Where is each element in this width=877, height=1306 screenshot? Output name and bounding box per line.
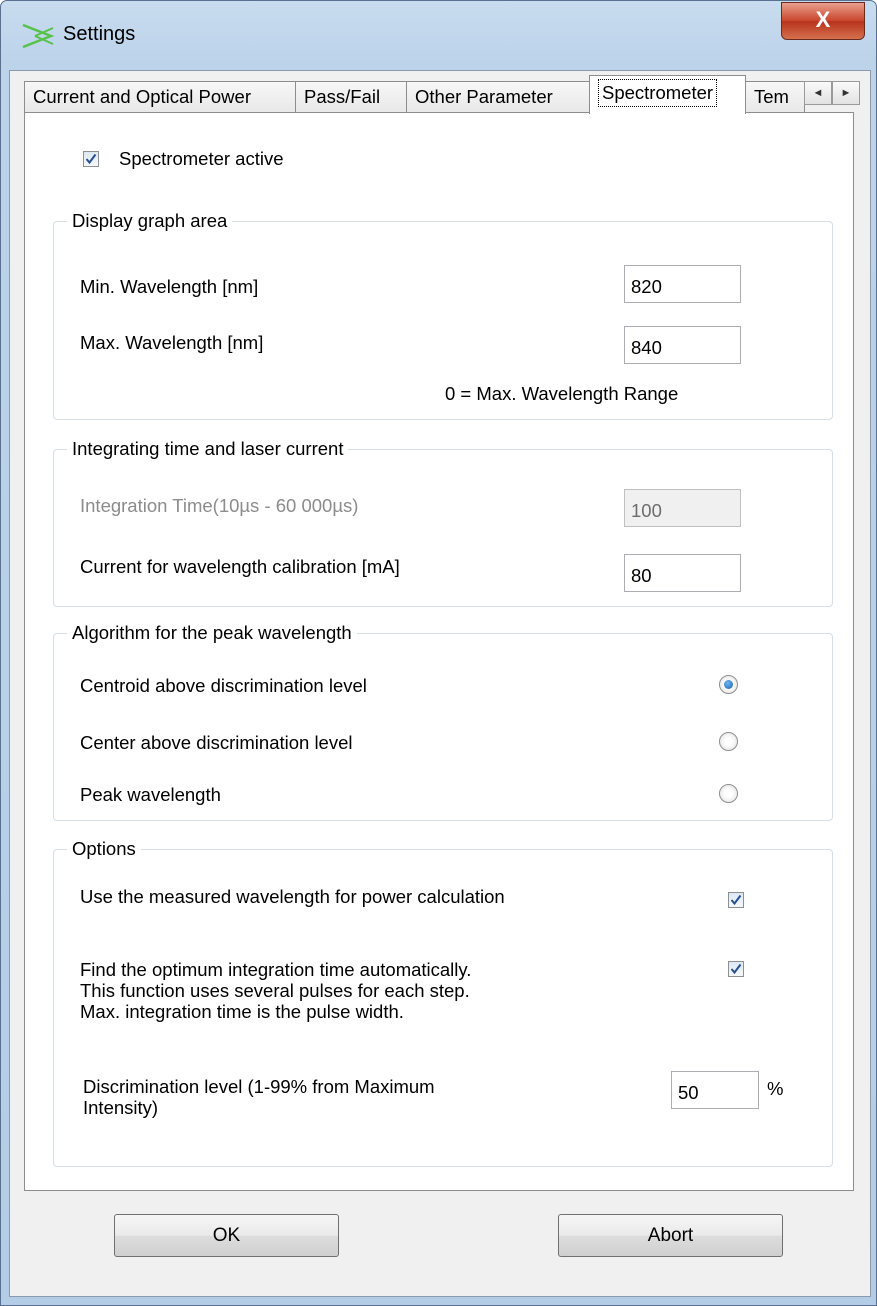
tab-temperature-truncated[interactable]: Tem bbox=[745, 81, 805, 113]
check-mark-icon bbox=[730, 894, 742, 906]
app-logo-icon bbox=[22, 23, 55, 49]
group-title: Options bbox=[67, 837, 141, 861]
tab-scroll-left-button[interactable]: ◄ bbox=[804, 81, 832, 105]
group-title: Algorithm for the peak wavelength bbox=[67, 621, 357, 645]
radio-peak[interactable] bbox=[719, 784, 738, 803]
tab-scroll-buttons: ◄ ► bbox=[804, 81, 862, 105]
peak-wavelength-algorithm-group: Algorithm for the peak wavelength Centro… bbox=[53, 621, 833, 821]
title-bar[interactable]: Settings X bbox=[1, 1, 876, 71]
tab-spectrometer[interactable]: Spectrometer bbox=[589, 75, 746, 114]
use-measured-wavelength-label: Use the measured wavelength for power ca… bbox=[80, 886, 505, 907]
tab-current-and-optical-power[interactable]: Current and Optical Power bbox=[24, 81, 296, 113]
close-icon: X bbox=[815, 7, 831, 32]
max-wavelength-input[interactable] bbox=[624, 326, 741, 364]
calibration-current-input[interactable] bbox=[624, 554, 741, 592]
spectrometer-active-checkbox[interactable] bbox=[83, 151, 99, 167]
window-title: Settings bbox=[63, 23, 136, 45]
tab-label: Current and Optical Power bbox=[33, 86, 251, 107]
close-button[interactable]: X bbox=[781, 2, 865, 40]
arrow-right-icon: ► bbox=[840, 87, 852, 99]
radio-peak-label: Peak wavelength bbox=[80, 784, 221, 805]
arrow-left-icon: ◄ bbox=[812, 87, 824, 99]
integrating-time-group: Integrating time and laser current Integ… bbox=[53, 437, 833, 607]
tab-scroll-right-button[interactable]: ► bbox=[832, 81, 860, 105]
integration-time-label: Integration Time(10µs - 60 000µs) bbox=[80, 495, 359, 516]
group-title: Integrating time and laser current bbox=[67, 437, 349, 461]
integration-time-input bbox=[624, 489, 741, 527]
display-graph-area-group: Display graph area Min. Wavelength [nm] … bbox=[53, 209, 833, 420]
use-measured-wavelength-checkbox[interactable] bbox=[728, 892, 744, 908]
spectrometer-tab-page: Spectrometer active Display graph area M… bbox=[24, 112, 854, 1191]
tab-label: Pass/Fail bbox=[304, 86, 381, 107]
calibration-current-label: Current for wavelength calibration [mA] bbox=[80, 556, 400, 577]
spectrometer-active-label: Spectrometer active bbox=[119, 148, 284, 169]
find-optimum-label-line3: Max. integration time is the pulse width… bbox=[80, 1001, 404, 1022]
tab-pass-fail[interactable]: Pass/Fail bbox=[295, 81, 407, 113]
ok-button[interactable]: OK bbox=[114, 1214, 339, 1257]
check-mark-icon bbox=[85, 153, 97, 165]
radio-center[interactable] bbox=[719, 732, 738, 751]
min-wavelength-label: Min. Wavelength [nm] bbox=[80, 276, 259, 297]
group-title: Display graph area bbox=[67, 209, 233, 233]
radio-centroid-label: Centroid above discrimination level bbox=[80, 675, 367, 696]
tab-label: Spectrometer bbox=[598, 79, 718, 107]
max-wavelength-label: Max. Wavelength [nm] bbox=[80, 332, 264, 353]
min-wavelength-input[interactable] bbox=[624, 265, 741, 303]
abort-button[interactable]: Abort bbox=[558, 1214, 783, 1257]
radio-center-label: Center above discrimination level bbox=[80, 732, 353, 753]
wavelength-range-hint: 0 = Max. Wavelength Range bbox=[445, 383, 679, 404]
check-mark-icon bbox=[730, 963, 742, 975]
discrimination-level-input[interactable] bbox=[671, 1071, 759, 1109]
tab-label: Tem bbox=[754, 86, 789, 107]
discrimination-level-label-line2: Intensity) bbox=[83, 1097, 159, 1118]
settings-window: Settings X Current and Optical Power Pas… bbox=[0, 0, 877, 1306]
tab-label: Other Parameter bbox=[415, 86, 553, 107]
discrimination-unit-label: % bbox=[767, 1078, 784, 1099]
options-group: Options Use the measured wavelength for … bbox=[53, 837, 833, 1167]
find-optimum-checkbox[interactable] bbox=[728, 961, 744, 977]
tab-other-parameter[interactable]: Other Parameter bbox=[406, 81, 590, 113]
radio-centroid[interactable] bbox=[719, 675, 738, 694]
